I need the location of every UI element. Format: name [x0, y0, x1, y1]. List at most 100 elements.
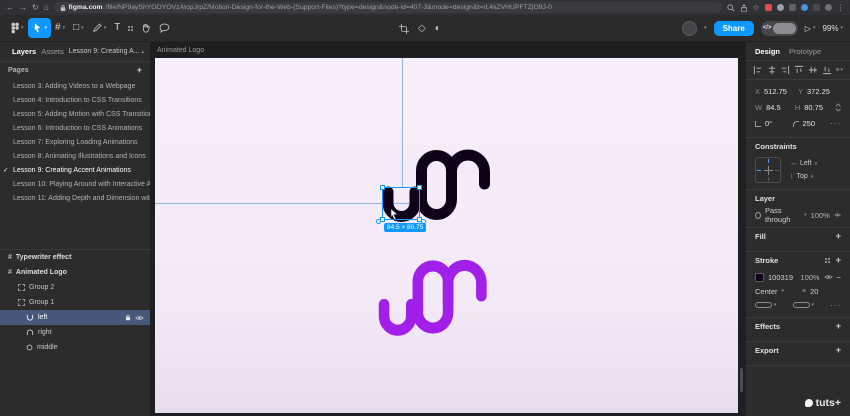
shape-tool-button[interactable]: □ ▾	[69, 18, 88, 38]
stroke-styles-icon[interactable]	[824, 258, 830, 263]
browser-profile-avatar[interactable]	[824, 4, 832, 11]
horizontal-constraint-dropdown[interactable]: ↔ Left ▾	[790, 160, 817, 167]
user-avatar[interactable]	[682, 20, 698, 36]
extension-icon-dark[interactable]	[812, 4, 820, 11]
tab-assets[interactable]: Assets	[41, 47, 64, 56]
search-icon[interactable]	[727, 3, 735, 12]
add-fill-button[interactable]: +	[836, 232, 841, 241]
page-item[interactable]: Lesson 10: Playing Around with Interacti…	[0, 177, 150, 191]
lock-icon[interactable]	[125, 314, 131, 321]
eye-icon[interactable]	[834, 212, 841, 218]
page-item[interactable]: Lesson 4: Introduction to CSS Transition…	[0, 93, 150, 107]
align-left-icon[interactable]	[753, 65, 763, 75]
page-item-current[interactable]: ✓ Lesson 9: Creating Accent Animations	[0, 163, 150, 177]
vertical-constraint-dropdown[interactable]: ↕ Top ▾	[790, 173, 817, 180]
page-item[interactable]: Lesson 8: Animating Illustrations and Ic…	[0, 149, 150, 163]
layer-opacity-field[interactable]: 100%	[811, 211, 830, 220]
add-effect-button[interactable]: +	[836, 322, 841, 331]
resources-button[interactable]	[124, 18, 137, 38]
extension-icon-blue[interactable]	[800, 4, 808, 11]
add-export-button[interactable]: +	[836, 346, 841, 355]
eye-icon[interactable]	[823, 274, 833, 280]
hand-tool-button[interactable]	[137, 18, 155, 38]
eye-icon[interactable]	[135, 315, 144, 321]
page-item[interactable]: Lesson 11: Adding Depth and Dimension wi…	[0, 191, 150, 205]
width-field[interactable]: W 84.5	[755, 103, 795, 112]
design-frame[interactable]	[155, 58, 738, 413]
align-bottom-icon[interactable]	[822, 65, 832, 75]
browser-back-icon[interactable]: ←	[6, 3, 14, 12]
layer-row-typewriter[interactable]: # Typewriter effect	[0, 250, 150, 265]
stroke-cap-start-dropdown[interactable]: ▾	[755, 302, 777, 308]
add-stroke-button[interactable]: +	[836, 256, 841, 265]
page-item[interactable]: Lesson 6: Introduction to CSS Animations	[0, 121, 150, 135]
logo-purple[interactable]	[378, 258, 497, 336]
remove-stroke-icon[interactable]: −	[837, 273, 841, 282]
stroke-weight-field[interactable]: 20	[810, 287, 818, 296]
frame-tool-button[interactable]: # ▾	[51, 18, 69, 38]
corner-radius-handle[interactable]	[376, 219, 381, 224]
layer-row-group1[interactable]: Group 1	[0, 295, 150, 310]
layer-row-middle[interactable]: middle	[0, 340, 150, 355]
move-tool-button[interactable]: ▾	[27, 18, 52, 38]
align-top-icon[interactable]	[794, 65, 804, 75]
send-icon[interactable]	[740, 3, 748, 12]
y-position-field[interactable]: Y 372.25	[798, 87, 841, 96]
stroke-more-options-icon[interactable]: ···	[830, 301, 841, 310]
share-button[interactable]: Share	[713, 20, 754, 36]
dev-mode-toggle[interactable]: </>	[760, 20, 798, 36]
browser-refresh-icon[interactable]: ↻	[32, 3, 39, 12]
align-h-center-icon[interactable]	[767, 65, 777, 75]
align-v-center-icon[interactable]	[808, 65, 818, 75]
browser-home-icon[interactable]: ⌂	[44, 3, 49, 12]
distribute-dropdown[interactable]: ≡ ▾	[835, 67, 843, 74]
crop-frame-icon[interactable]	[399, 23, 409, 34]
constrain-proportions-icon[interactable]	[835, 102, 841, 113]
blend-mode-dropdown[interactable]: Pass through	[765, 206, 800, 224]
comment-tool-button[interactable]	[155, 18, 174, 38]
tab-design[interactable]: Design	[755, 47, 780, 56]
page-item[interactable]: Lesson 5: Adding Motion with CSS Transit…	[0, 107, 150, 121]
zoom-level-dropdown[interactable]: 99% ▾	[822, 24, 843, 33]
pen-tool-button[interactable]: ▾	[88, 18, 111, 38]
layer-row-group2[interactable]: Group 2	[0, 280, 150, 295]
canvas[interactable]: Animated Logo 84.5 × 80.75	[150, 42, 745, 416]
stroke-color-swatch[interactable]	[755, 272, 764, 282]
text-tool-button[interactable]: T	[110, 18, 124, 38]
extension-icon-camera[interactable]	[788, 4, 796, 11]
extension-icon-red[interactable]	[764, 4, 772, 11]
stroke-cap-end-dropdown[interactable]: ▾	[792, 302, 814, 308]
present-button[interactable]: ▷ ▾	[805, 24, 816, 33]
main-menu-button[interactable]: ▾	[7, 18, 28, 38]
browser-forward-icon[interactable]: →	[19, 3, 27, 12]
extension-icon-gray[interactable]	[776, 4, 784, 11]
layer-row-animated-logo[interactable]: # Animated Logo	[0, 265, 150, 280]
stroke-align-dropdown[interactable]: Center	[755, 287, 778, 296]
stroke-hex-field[interactable]: 100319	[768, 273, 793, 282]
layer-row-left-selected[interactable]: left	[0, 310, 150, 325]
resize-handle[interactable]	[417, 185, 422, 190]
tab-prototype[interactable]: Prototype	[789, 47, 821, 56]
stroke-opacity-field[interactable]: 100%	[800, 273, 819, 282]
rotation-field[interactable]: 0°	[755, 119, 793, 128]
bookmark-star-icon[interactable]: ☆	[753, 4, 760, 12]
mask-contrast-icon[interactable]: ◐	[435, 23, 441, 34]
frame-title[interactable]: Animated Logo	[157, 47, 204, 54]
corner-radius-field[interactable]: 250	[792, 119, 831, 128]
page-selector-dropdown[interactable]: Lesson 9: Creating A... ▴	[69, 48, 144, 55]
canvas-scrollbar[interactable]	[740, 368, 743, 392]
chevron-down-icon[interactable]: ▾	[704, 25, 707, 31]
url-bar[interactable]: figma.com/file/NP9ayShYOOYOVzAtopJrpZ/Mo…	[53, 2, 722, 13]
resize-handle[interactable]	[380, 185, 385, 190]
browser-menu-icon[interactable]: ⋮	[837, 4, 845, 12]
component-diamond-icon[interactable]: ◇	[418, 23, 426, 34]
page-item[interactable]: Lesson 3: Adding Videos to a Webpage	[0, 79, 150, 93]
height-field[interactable]: H 80.75	[795, 103, 835, 112]
x-position-field[interactable]: X 512.75	[755, 87, 798, 96]
more-options-icon[interactable]: ···	[830, 119, 841, 128]
add-page-button[interactable]: +	[137, 66, 142, 75]
tab-layers[interactable]: Layers	[12, 47, 36, 56]
page-item[interactable]: Lesson 7: Exploring Loading Animations	[0, 135, 150, 149]
layer-row-right[interactable]: right	[0, 325, 150, 340]
constraints-widget[interactable]	[755, 157, 781, 183]
